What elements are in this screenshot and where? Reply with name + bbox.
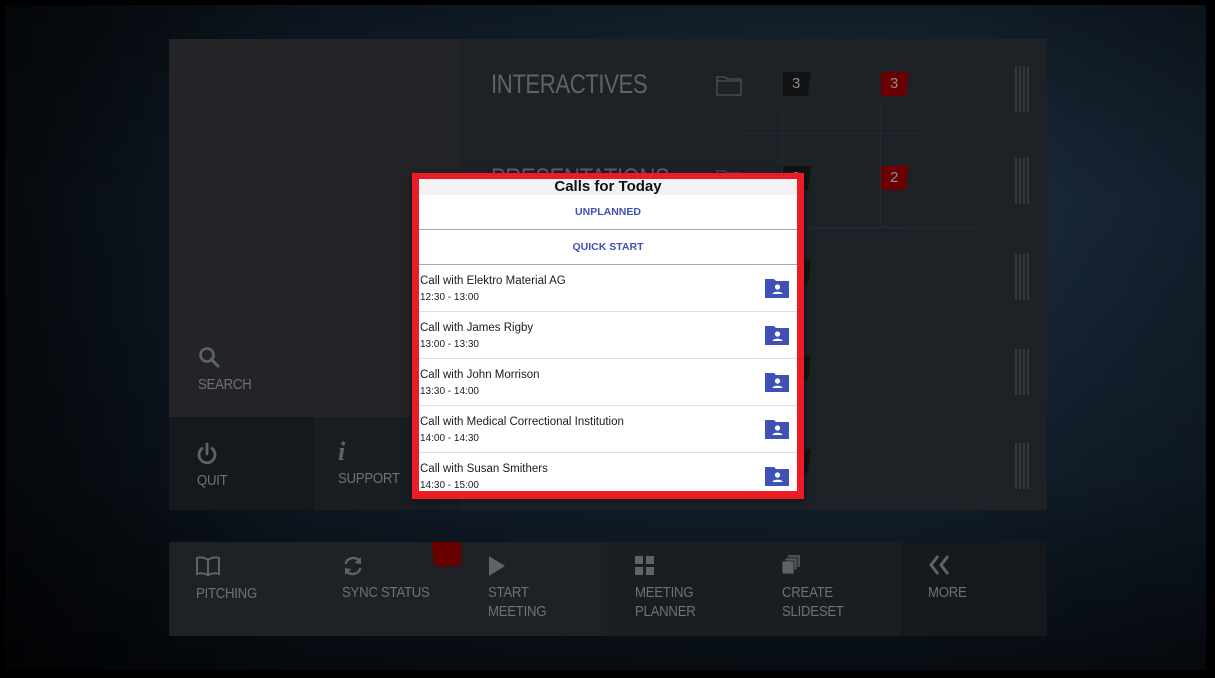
sync-status-label: SYNC STATUS (342, 584, 430, 601)
call-time: 14:00 - 14:30 (420, 433, 479, 444)
search-icon (199, 347, 220, 368)
dialog-content: Calls for Today UNPLANNED QUICK START Ca… (419, 179, 797, 491)
start-meeting-label-line2: MEETING (488, 603, 547, 620)
create-slideset-label-line1: CREATE (782, 584, 833, 601)
toolbar-start-meeting[interactable]: START MEETING (461, 542, 607, 636)
call-list-item[interactable]: Call with James Rigby 13:00 - 13:30 (419, 312, 797, 359)
new-count-badge: 2 (881, 166, 909, 190)
double-chevron-left-icon (929, 555, 950, 575)
row-title: INTERACTIVES (491, 69, 648, 99)
toolbar-create-slideset[interactable]: CREATE SLIDESET (754, 542, 901, 636)
book-icon (196, 556, 220, 577)
quit-label: QUIT (197, 472, 228, 489)
call-list-item[interactable]: Call with John Morrison 13:30 - 14:00 (419, 359, 797, 406)
drag-handle[interactable] (1015, 349, 1029, 395)
search-label: SEARCH (198, 376, 252, 393)
quick-start-button[interactable]: QUICK START (419, 230, 797, 265)
toolbar-meeting-planner[interactable]: MEETING PLANNER (607, 542, 754, 636)
slides-stack-icon (782, 555, 800, 574)
start-meeting-label-line1: START (488, 584, 529, 601)
play-icon (489, 556, 505, 576)
contact-folder-icon[interactable] (765, 466, 789, 486)
call-time: 12:30 - 13:00 (420, 292, 479, 303)
call-list-item[interactable]: Call with Elektro Material AG 12:30 - 13… (419, 265, 797, 312)
drag-handle[interactable] (1015, 158, 1029, 204)
drag-handle[interactable] (1015, 254, 1029, 300)
calls-for-today-dialog: Calls for Today UNPLANNED QUICK START Ca… (412, 173, 804, 499)
content-row-interactives[interactable]: INTERACTIVES (460, 39, 782, 133)
meeting-planner-label-line2: PLANNER (635, 603, 696, 620)
meeting-planner-label-line1: MEETING (635, 584, 694, 601)
content-row-interactives-new: 3 (881, 39, 1047, 133)
content-row-presentations-new: 2 (881, 134, 1047, 227)
pitching-label: PITCHING (196, 585, 257, 602)
content-row-interactives-count: 3 (783, 39, 880, 133)
sync-alert-badge (431, 542, 461, 566)
sync-icon (344, 556, 362, 576)
item-count-badge: 3 (783, 72, 811, 96)
toolbar-pitching[interactable]: PITCHING (169, 542, 315, 636)
contact-folder-icon[interactable] (765, 325, 789, 345)
more-label: MORE (928, 584, 967, 601)
call-title: Call with Susan Smithers (420, 463, 548, 475)
contact-folder-icon[interactable] (765, 419, 789, 439)
call-time: 13:30 - 14:00 (420, 386, 479, 397)
contact-folder-icon[interactable] (765, 278, 789, 298)
toolbar-more[interactable]: MORE (901, 542, 1047, 636)
quit-tile[interactable]: QUIT (169, 417, 314, 510)
folder-outline-icon (716, 76, 742, 96)
support-label: SUPPORT (338, 470, 400, 487)
call-title: Call with James Rigby (420, 322, 534, 334)
call-title: Call with Elektro Material AG (420, 275, 566, 287)
unplanned-button[interactable]: UNPLANNED (419, 195, 797, 230)
new-count-badge: 3 (881, 72, 909, 96)
power-icon (197, 442, 217, 465)
call-list-item[interactable]: Call with Susan Smithers 14:30 - 15:00 (419, 453, 797, 491)
drag-handle[interactable] (1015, 66, 1029, 112)
contact-folder-icon[interactable] (765, 372, 789, 392)
toolbar-sync-status[interactable]: SYNC STATUS (315, 542, 461, 636)
call-time: 13:00 - 13:30 (420, 339, 479, 350)
grid-icon (635, 556, 654, 575)
call-time: 14:30 - 15:00 (420, 480, 479, 491)
dialog-title: Calls for Today (419, 179, 797, 195)
call-list-item[interactable]: Call with Medical Correctional Instituti… (419, 406, 797, 453)
create-slideset-label-line2: SLIDESET (782, 603, 844, 620)
call-title: Call with Medical Correctional Instituti… (420, 416, 624, 428)
drag-handle[interactable] (1015, 443, 1029, 489)
info-icon: i (338, 437, 346, 466)
call-title: Call with John Morrison (420, 369, 540, 381)
